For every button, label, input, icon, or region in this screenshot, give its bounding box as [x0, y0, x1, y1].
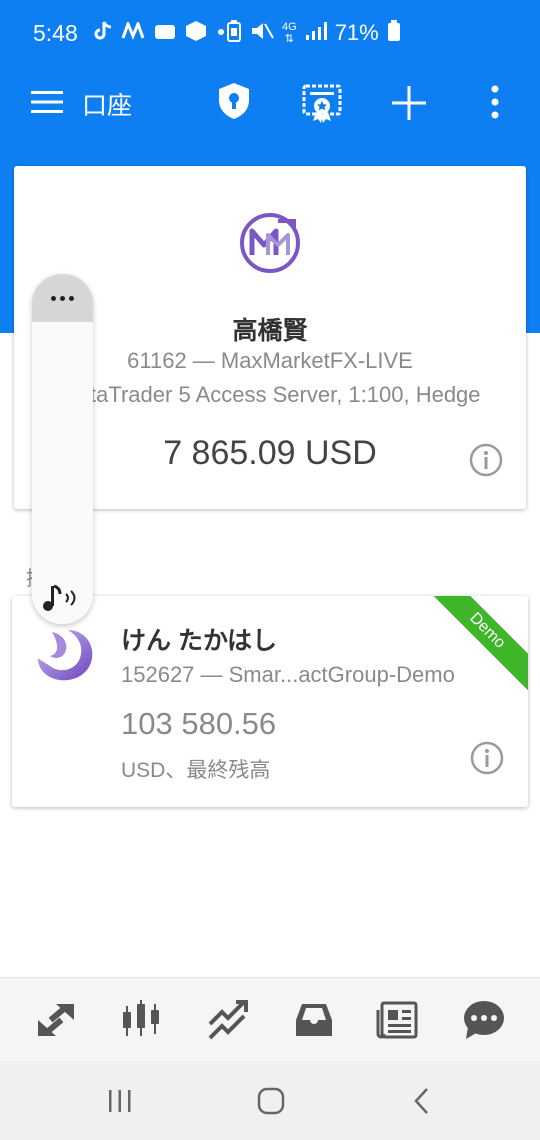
add-icon: [392, 86, 426, 120]
demo-account-balance: 103 580.56: [121, 706, 277, 741]
info-icon: [469, 443, 503, 477]
nav-mailbox[interactable]: [290, 996, 338, 1044]
nav-quotes[interactable]: [32, 996, 80, 1044]
page-title: 口座: [82, 92, 133, 120]
nav-trade[interactable]: [204, 996, 252, 1044]
network-type-label: 4G: [282, 21, 297, 33]
mute-icon: [250, 20, 274, 47]
battery-saver-icon: [226, 19, 242, 48]
network-4g-icon: 4G ⇅: [282, 21, 297, 45]
status-time: 5:48: [33, 20, 78, 46]
back-icon: [414, 1088, 428, 1114]
bottom-navigation: [0, 977, 540, 1061]
shield-icon: [219, 83, 249, 119]
demo-balance-label: USD、最終残高: [121, 759, 271, 782]
more-options-button[interactable]: [480, 80, 510, 124]
chat-icon: [464, 1001, 504, 1039]
info-icon: [470, 741, 504, 775]
dot-icon: [60, 295, 65, 301]
status-bar: 5:48 4G ⇅ 71%: [0, 0, 540, 66]
chart-icon: [123, 1000, 159, 1036]
demo-account-number-server: 152627 — Smar...actGroup-Demo: [121, 662, 455, 687]
broker-logo: [238, 211, 302, 275]
recents-button[interactable]: [100, 1083, 140, 1119]
audio-button[interactable]: [40, 580, 84, 621]
box-icon: [185, 20, 207, 47]
tiktok-icon: [94, 20, 112, 47]
certificate-icon: [302, 84, 342, 123]
quotes-icon: [38, 1003, 74, 1037]
app-bar: 口座: [0, 66, 540, 140]
battery-icon: [387, 19, 401, 47]
demo-broker-logo: [32, 624, 96, 682]
app-notification-icon: [154, 21, 176, 46]
nav-chat[interactable]: [460, 996, 508, 1044]
system-status-icons: 4G ⇅ 71%: [226, 19, 401, 47]
meta-icon: [121, 19, 145, 45]
security-button[interactable]: [214, 80, 254, 122]
data-arrows-icon: ⇅: [284, 33, 294, 45]
account-info-button[interactable]: [469, 443, 503, 477]
back-button[interactable]: [402, 1083, 442, 1119]
battery-percent: 71%: [334, 20, 379, 45]
trade-icon: [208, 1000, 248, 1040]
music-note-icon: [43, 584, 76, 611]
dot-icon: [51, 295, 56, 301]
menu-button[interactable]: [28, 84, 66, 120]
nav-chart[interactable]: [117, 996, 165, 1044]
mailbox-icon: [296, 1004, 332, 1036]
home-icon: [257, 1087, 285, 1115]
add-account-button[interactable]: [388, 82, 430, 124]
recents-icon: [109, 1090, 131, 1112]
dot-icon: [216, 24, 226, 42]
nav-news[interactable]: [374, 996, 422, 1044]
certificate-button[interactable]: [298, 78, 346, 126]
signal-icon: [305, 21, 327, 46]
demo-account-card[interactable]: けん たかはし 152627 — Smar...actGroup-Demo 10…: [12, 596, 528, 807]
menu-icon: [31, 91, 63, 113]
demo-account-holder-name: けん たかはし: [121, 627, 277, 655]
demo-account-info-button[interactable]: [470, 741, 504, 775]
floating-media-panel[interactable]: [32, 274, 93, 624]
dot-icon: [69, 295, 74, 301]
home-button[interactable]: [251, 1083, 291, 1119]
news-icon: [376, 1001, 418, 1039]
more-icon: [491, 85, 499, 119]
system-navigation-bar: [0, 1061, 540, 1140]
notification-icons: [94, 19, 226, 47]
